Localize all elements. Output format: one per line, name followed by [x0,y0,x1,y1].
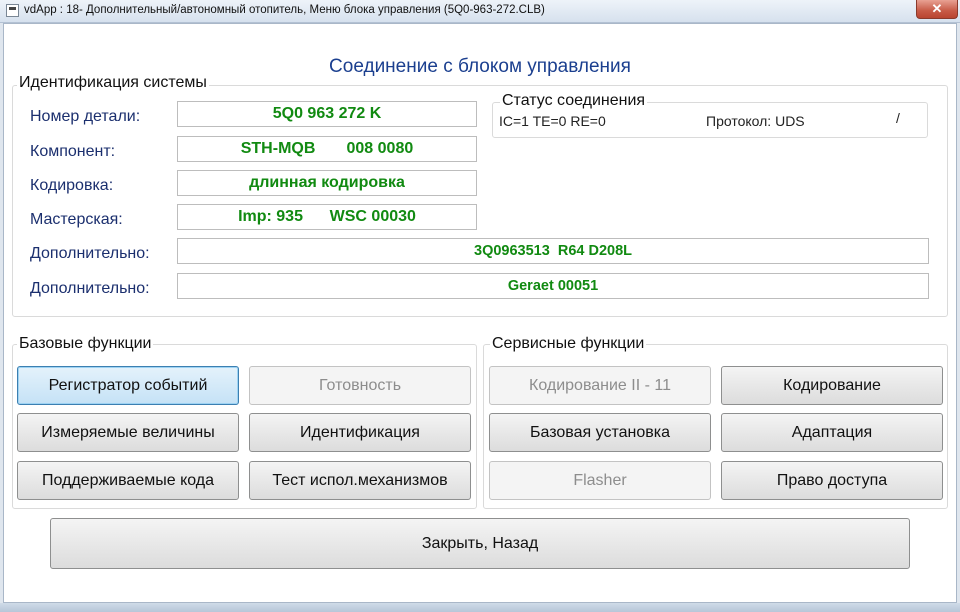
part-number-value: 5Q0 963 272 K [177,101,477,127]
window-title: vdApp : 18- Дополнительный/автономный от… [24,4,545,16]
protocol-text: Протокол: UDS [706,113,805,129]
part-number-label: Номер детали: [30,108,141,125]
supported-codes-button[interactable]: Поддерживаемые кода [17,461,239,500]
connection-counters: IC=1 TE=0 RE=0 [499,113,606,129]
connection-status-label: Статус соединения [500,92,648,110]
flasher-button[interactable]: Flasher [489,461,711,500]
window-titlebar: vdApp : 18- Дополнительный/автономный от… [0,0,960,23]
coding-label: Кодировка: [30,177,114,194]
window-close-button[interactable]: ✕ [916,0,958,19]
additional-value-1: 3Q0963513 R64 D208L [177,238,929,264]
component-label: Компонент: [30,143,116,160]
event-logger-button[interactable]: Регистратор событий [17,366,239,405]
additional-label-2: Дополнительно: [30,280,150,297]
identification-button[interactable]: Идентификация [249,413,471,452]
coding-value: длинная кодировка [177,170,477,196]
component-value: STH-MQB 008 0080 [177,136,477,162]
close-back-button[interactable]: Закрыть, Назад [50,518,910,569]
basic-functions-label: Базовые функции [17,335,154,353]
app-icon [6,4,19,17]
basic-settings-button[interactable]: Базовая установка [489,413,711,452]
service-functions-label: Сервисные функции [490,335,647,353]
measured-values-button[interactable]: Измеряемые величины [17,413,239,452]
workshop-value: Imp: 935 WSC 00030 [177,204,477,230]
access-rights-button[interactable]: Право доступа [721,461,943,500]
status-extra: / [896,110,900,126]
coding-button[interactable]: Кодирование [721,366,943,405]
workshop-label: Мастерская: [30,211,123,228]
actuator-test-button[interactable]: Тест испол.механизмов [249,461,471,500]
readiness-button[interactable]: Готовность [249,366,471,405]
additional-value-2: Geraet 00051 [177,273,929,299]
window-bottom-border [0,603,960,612]
identification-group-label: Идентификация системы [17,74,209,92]
adaptation-button[interactable]: Адаптация [721,413,943,452]
additional-label-1: Дополнительно: [30,245,150,262]
coding-ii-button[interactable]: Кодирование II - 11 [489,366,711,405]
